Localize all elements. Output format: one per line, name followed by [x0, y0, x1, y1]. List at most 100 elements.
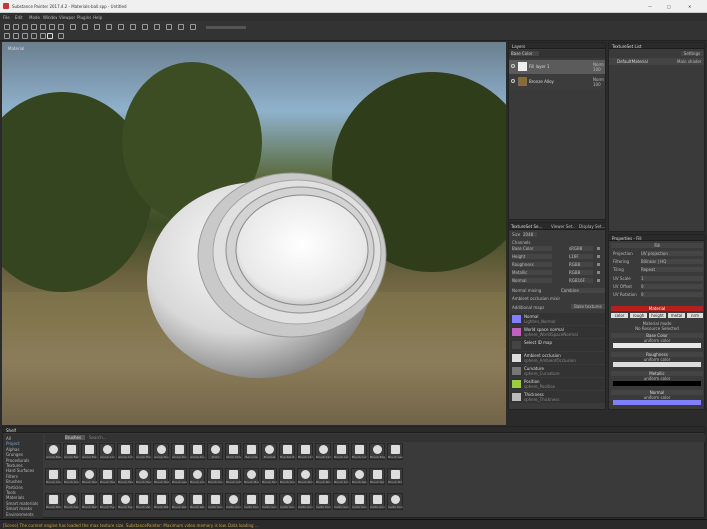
- shelf-item[interactable]: Arrow Bold: [81, 443, 97, 460]
- shelf-item[interactable]: Brush Leng...: [387, 443, 403, 460]
- textureset-shader[interactable]: Main shader: [677, 59, 703, 64]
- shelf-item[interactable]: Arrow Circle: [99, 443, 115, 460]
- grid-icon[interactable]: [106, 24, 112, 30]
- shelf-item[interactable]: Celtic Knot: [369, 493, 385, 510]
- maximize-button[interactable]: □: [667, 4, 675, 9]
- camera-persp-icon[interactable]: [4, 33, 10, 39]
- shelf-item[interactable]: Brush Grass: [45, 468, 61, 485]
- remove-channel-icon[interactable]: [597, 255, 600, 258]
- menu-help[interactable]: Help: [93, 15, 103, 20]
- shelf-category[interactable]: Grunges: [6, 452, 42, 457]
- shelf-item[interactable]: Celtic Knot: [387, 493, 403, 510]
- menu-plugins[interactable]: Plugins: [77, 15, 91, 20]
- shelf-item[interactable]: Brush Str...: [387, 468, 403, 485]
- shelf-item[interactable]: Brush Textu...: [81, 493, 97, 510]
- map-row[interactable]: Normal Lighten_Normal: [510, 313, 605, 325]
- material-channel-swatch[interactable]: [613, 343, 701, 348]
- shelf-item[interactable]: Arrow Doub...: [153, 443, 169, 460]
- channel-format[interactable]: RGB8: [569, 270, 593, 275]
- shelf-item[interactable]: Bracket Rev...: [279, 443, 295, 460]
- menu-window[interactable]: Window: [43, 15, 57, 20]
- shelf-item[interactable]: Arrow Circle: [117, 443, 133, 460]
- shelf-item[interactable]: Brush Line: [189, 468, 205, 485]
- channel-format[interactable]: RGB8: [569, 262, 593, 267]
- shelf-item[interactable]: Arrow Basic: [45, 443, 61, 460]
- map-row[interactable]: World space normal sphere_WorldSpaceNorma…: [510, 326, 605, 338]
- mode-metal-button[interactable]: metal: [668, 313, 685, 318]
- shelf-item[interactable]: Arrow Doub...: [171, 443, 187, 460]
- shelf-item[interactable]: Brush Spla...: [351, 468, 367, 485]
- shelf-item[interactable]: Brush Wood: [171, 493, 187, 510]
- channel-format[interactable]: RGB16F: [569, 278, 593, 283]
- shelf-item[interactable]: Arrow Doub...: [189, 443, 205, 460]
- shelf-item[interactable]: Brush Ova...: [279, 468, 295, 485]
- shelf-category[interactable]: Smart masks: [6, 506, 42, 511]
- shelf-category[interactable]: Tools: [6, 490, 42, 495]
- shelf-item[interactable]: Brush Grass: [63, 468, 79, 485]
- shelf-item[interactable]: Celtic Knot: [243, 493, 259, 510]
- display-icon[interactable]: [142, 24, 148, 30]
- shelf-item[interactable]: Celtic Knot: [261, 493, 277, 510]
- material-channel-swatch[interactable]: [613, 381, 701, 386]
- minimize-button[interactable]: —: [648, 4, 656, 9]
- shelf-item[interactable]: Celtic Knot: [333, 493, 349, 510]
- orbit-icon[interactable]: [31, 33, 37, 39]
- shelf-item[interactable]: Brush Circle: [297, 443, 313, 460]
- map-row[interactable]: Thickness sphere_Thickness: [510, 391, 605, 403]
- iray-icon[interactable]: [190, 24, 196, 30]
- shelf-item[interactable]: Celtic Knot: [315, 493, 331, 510]
- render-icon[interactable]: [94, 24, 100, 30]
- shelf-category[interactable]: All: [6, 436, 42, 441]
- map-row[interactable]: Select ID map: [510, 339, 605, 351]
- shelf-item[interactable]: Brush Wood: [189, 493, 205, 510]
- shelf-category[interactable]: Alphas: [6, 447, 42, 452]
- smudge-tool-icon[interactable]: [40, 24, 46, 30]
- projection-dropdown[interactable]: UV projection: [641, 251, 703, 256]
- projection-tool-icon[interactable]: [22, 24, 28, 30]
- shelf-category[interactable]: Brushes: [6, 479, 42, 484]
- shelf-item[interactable]: Brush Edge: [369, 443, 385, 460]
- layer-row[interactable]: Bronze Alloy Norm 100: [509, 75, 605, 89]
- map-row[interactable]: Curvature sphere_Curvature: [510, 365, 605, 377]
- shelf-item[interactable]: Brush Hair: [81, 468, 97, 485]
- shelf-filter-tag[interactable]: Brushes: [65, 435, 85, 440]
- shelf-item[interactable]: Bracket: [261, 443, 277, 460]
- shelf-item[interactable]: Celtic Knot: [351, 493, 367, 510]
- rotate-icon[interactable]: [13, 33, 19, 39]
- shelf-item[interactable]: Brush Circu...: [315, 443, 331, 460]
- shelf-item[interactable]: Brush Stone: [45, 493, 61, 510]
- uv-rotation-field[interactable]: 0: [641, 292, 703, 297]
- frame-icon[interactable]: [40, 33, 46, 39]
- shelf-item[interactable]: Brush Tige: [117, 493, 133, 510]
- 3d-viewport[interactable]: Material: [2, 42, 506, 425]
- shelf-item[interactable]: Brush Noise: [261, 468, 277, 485]
- shelf-item[interactable]: Brush Velvet: [135, 493, 151, 510]
- channel-format[interactable]: L16F: [569, 254, 593, 259]
- menu-edit[interactable]: Edit: [15, 15, 25, 20]
- map-row[interactable]: Position sphere_Position: [510, 378, 605, 390]
- zoom-slider[interactable]: [206, 26, 246, 29]
- filtering-dropdown[interactable]: Bilinear | HQ: [641, 259, 703, 264]
- mode-rough-button[interactable]: rough: [630, 313, 647, 318]
- shelf-search-input[interactable]: Search...: [89, 435, 149, 440]
- visibility-eye-icon[interactable]: [511, 79, 515, 83]
- shelf-item[interactable]: Celtic Knot: [225, 493, 241, 510]
- fill-section-header[interactable]: Fill: [611, 243, 703, 248]
- clone-tool-icon[interactable]: [49, 24, 55, 30]
- polygon-fill-icon[interactable]: [31, 24, 37, 30]
- shelf-item[interactable]: Brush Hair: [153, 468, 169, 485]
- eraser-tool-icon[interactable]: [13, 24, 19, 30]
- menu-file[interactable]: File: [3, 15, 13, 20]
- tiling-dropdown[interactable]: Repeat: [641, 267, 703, 272]
- shelf-item[interactable]: Brush Point: [297, 468, 313, 485]
- visibility-eye-icon[interactable]: [511, 64, 515, 68]
- shelf-item[interactable]: Brush Swirl: [63, 493, 79, 510]
- mode-color-button[interactable]: color: [611, 313, 628, 318]
- shelf-category[interactable]: Textures: [6, 463, 42, 468]
- shelf-item[interactable]: Brush Hair: [99, 468, 115, 485]
- shelf-category[interactable]: Particles: [6, 485, 42, 490]
- settings-icon[interactable]: [154, 24, 160, 30]
- tab-display-settings[interactable]: Display Set...: [579, 224, 605, 229]
- shelf-item[interactable]: Brush Leaf: [171, 468, 187, 485]
- shelf-category[interactable]: Procedurals: [6, 458, 42, 463]
